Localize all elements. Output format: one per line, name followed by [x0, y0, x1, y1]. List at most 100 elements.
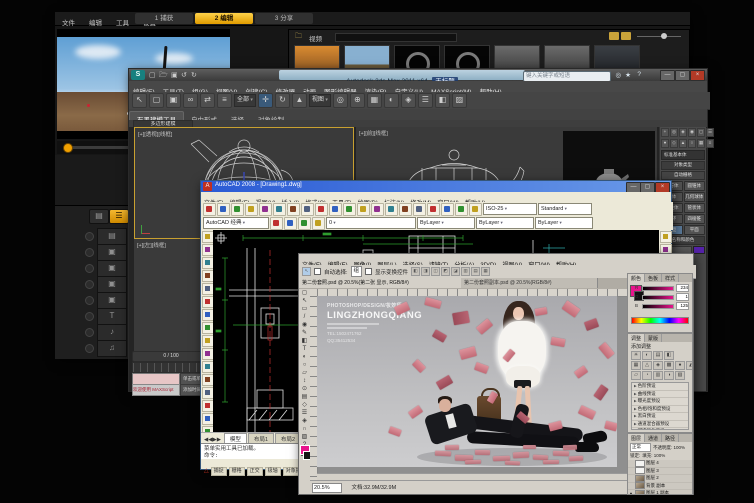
acad-toolbar-icon[interactable] [270, 217, 283, 230]
new-icon[interactable]: ▢ [149, 71, 156, 79]
tool-button[interactable]: ⊙ [300, 385, 309, 393]
help-icon[interactable]: ? [637, 71, 641, 78]
grid-view-button[interactable] [609, 32, 619, 40]
autogrid-checkbox[interactable]: 自动栅格 [661, 171, 705, 180]
color-dropdown[interactable]: ByLayer [417, 217, 475, 229]
max-toolbar-icon[interactable]: ◈ [401, 93, 416, 108]
align-button[interactable]: ▦ [481, 267, 490, 276]
create-category-icon[interactable]: ▲ [679, 139, 687, 148]
close-button[interactable]: × [690, 70, 705, 81]
layout-tab[interactable]: 模型 [224, 433, 247, 443]
acad-toolbar-icon[interactable] [273, 203, 286, 216]
acad-toolbar-icon[interactable] [357, 203, 370, 216]
tool-button[interactable]: T [300, 345, 309, 353]
step-tab[interactable]: 2 编辑 [195, 13, 253, 24]
undo-icon[interactable]: ↺ [181, 71, 187, 79]
acad-toolbar-icon[interactable] [231, 203, 244, 216]
max-toolbar-icon[interactable]: ▦ [367, 93, 382, 108]
max-toolbar-icon[interactable]: ⊕ [350, 93, 365, 108]
max-toolbar-icon[interactable]: ⇄ [200, 93, 215, 108]
max-toolbar-icon[interactable]: ◐ [384, 93, 399, 108]
panel-tab[interactable]: 颜色 [628, 274, 645, 282]
fill-field[interactable]: 填充: 100% [642, 453, 665, 459]
opacity-field[interactable]: 不透明度: 100% [653, 445, 685, 451]
acad-toolbar-icon[interactable] [287, 203, 300, 216]
panel-tab[interactable]: 蒙版 [645, 334, 662, 342]
acad-toolbar-icon[interactable] [203, 203, 216, 216]
adjustment-icon[interactable]: ◔ [642, 371, 652, 380]
infocenter-search-input[interactable]: 键入关键字或短语 [523, 71, 611, 82]
tool-button[interactable]: ◐ [300, 353, 309, 361]
menu-item[interactable]: 工具 [109, 15, 136, 27]
track-icon[interactable]: ▣ [97, 260, 127, 277]
step-tab[interactable]: 3 分享 [255, 13, 313, 24]
acad-toolbar-icon[interactable] [284, 217, 297, 230]
max-toolbar-icon[interactable]: ↖ [132, 93, 147, 108]
workspace-dropdown[interactable]: AutoCAD 经典 [203, 217, 269, 229]
layout-tab[interactable]: 布局1 [248, 433, 274, 443]
status-toggle[interactable]: 栅格 [229, 467, 245, 476]
acad-side-tool[interactable] [660, 231, 672, 243]
menu-item[interactable]: 编辑 [82, 15, 109, 27]
track-icon[interactable]: ▤ [97, 228, 127, 245]
max-toolbar-icon[interactable]: ∞ [183, 93, 198, 108]
acad-toolbar-icon[interactable] [399, 203, 412, 216]
acad-toolbar-icon[interactable] [329, 203, 342, 216]
create-category-icon[interactable]: ▦ [697, 139, 705, 148]
acad-toolbar-icon[interactable] [301, 203, 314, 216]
max-toolbar-icon[interactable]: ☰ [418, 93, 433, 108]
maximize-button[interactable]: ▢ [675, 70, 690, 81]
acad-toolbar-icon[interactable] [469, 203, 482, 216]
thumb-zoom-knob[interactable] [661, 33, 667, 39]
tool-button[interactable]: ◇ [300, 401, 309, 409]
linetype-dropdown[interactable]: ByLayer [476, 217, 534, 229]
acad-toolbar-icon[interactable] [427, 203, 440, 216]
panel-tab[interactable]: 图层 [628, 434, 645, 442]
primitive-button[interactable]: 管状体 [684, 203, 706, 213]
tool-button[interactable]: ○ [300, 361, 309, 369]
adjustment-preset[interactable]: 黑白预设 [632, 413, 688, 421]
3dsmax-app-button[interactable]: S [131, 70, 145, 80]
track-icon[interactable]: T [97, 308, 127, 325]
tool-button[interactable]: / [300, 313, 309, 321]
status-toggle[interactable]: 极轴 [265, 467, 281, 476]
object-color-swatch[interactable] [693, 246, 705, 254]
channel-value[interactable]: 234 [676, 284, 689, 292]
adjustment-preset[interactable]: 可选颜色预设 [632, 428, 688, 430]
acad-toolbar-icon[interactable] [245, 203, 258, 216]
reference-coordinate-dropdown[interactable]: 视图 [309, 94, 331, 107]
redo-icon[interactable]: ↻ [191, 71, 197, 79]
show-transform-checkbox[interactable] [365, 268, 372, 275]
create-category-icon[interactable]: ● [661, 139, 669, 148]
tool-button[interactable]: ↖ [300, 297, 309, 305]
library-path-field[interactable] [335, 33, 457, 42]
panel-tab[interactable]: 路径 [662, 434, 679, 442]
selection-filter-dropdown[interactable]: 全部 [234, 94, 256, 107]
panel-tab[interactable]: 通道 [645, 434, 662, 442]
max-toolbar-icon[interactable]: ◧ [435, 93, 450, 108]
minimize-button[interactable]: — [660, 70, 675, 81]
adjustment-icon[interactable]: ▤ [653, 351, 663, 360]
list-view-button[interactable] [621, 32, 631, 40]
tool-button[interactable]: ✎ [300, 329, 309, 337]
track-icon[interactable]: ▣ [97, 244, 127, 261]
acad-toolbar-icon[interactable] [315, 203, 328, 216]
align-button[interactable]: ◫ [431, 267, 440, 276]
document-tab-active[interactable]: 第二份套照.psd @ 20.5%(第二张 显示, RGB/8#) [299, 278, 464, 288]
auto-select-target-dropdown[interactable]: 组 [351, 266, 363, 277]
max-toolbar-icon[interactable]: ▣ [166, 93, 181, 108]
tool-button[interactable]: ↕ [300, 377, 309, 385]
acad-toolbar-icon[interactable] [385, 203, 398, 216]
object-type-rollout[interactable]: 对象类型 [661, 161, 705, 170]
command-panel-tab[interactable]: ◎ [670, 128, 678, 137]
time-slider[interactable]: 0 / 100 [132, 351, 210, 362]
viewport-label[interactable]: [+][左][线框] [137, 241, 166, 249]
adjustment-icon[interactable]: ▥ [653, 371, 663, 380]
panel-tab[interactable]: 调整 [628, 334, 645, 342]
thumb-zoom-slider[interactable] [637, 36, 681, 37]
align-button[interactable]: ▤ [471, 267, 480, 276]
adjustment-icon[interactable]: ● [675, 361, 685, 370]
acad-toolbar-icon[interactable] [441, 203, 454, 216]
max-toolbar-icon[interactable]: ◎ [333, 93, 348, 108]
color-slider[interactable] [642, 295, 674, 300]
